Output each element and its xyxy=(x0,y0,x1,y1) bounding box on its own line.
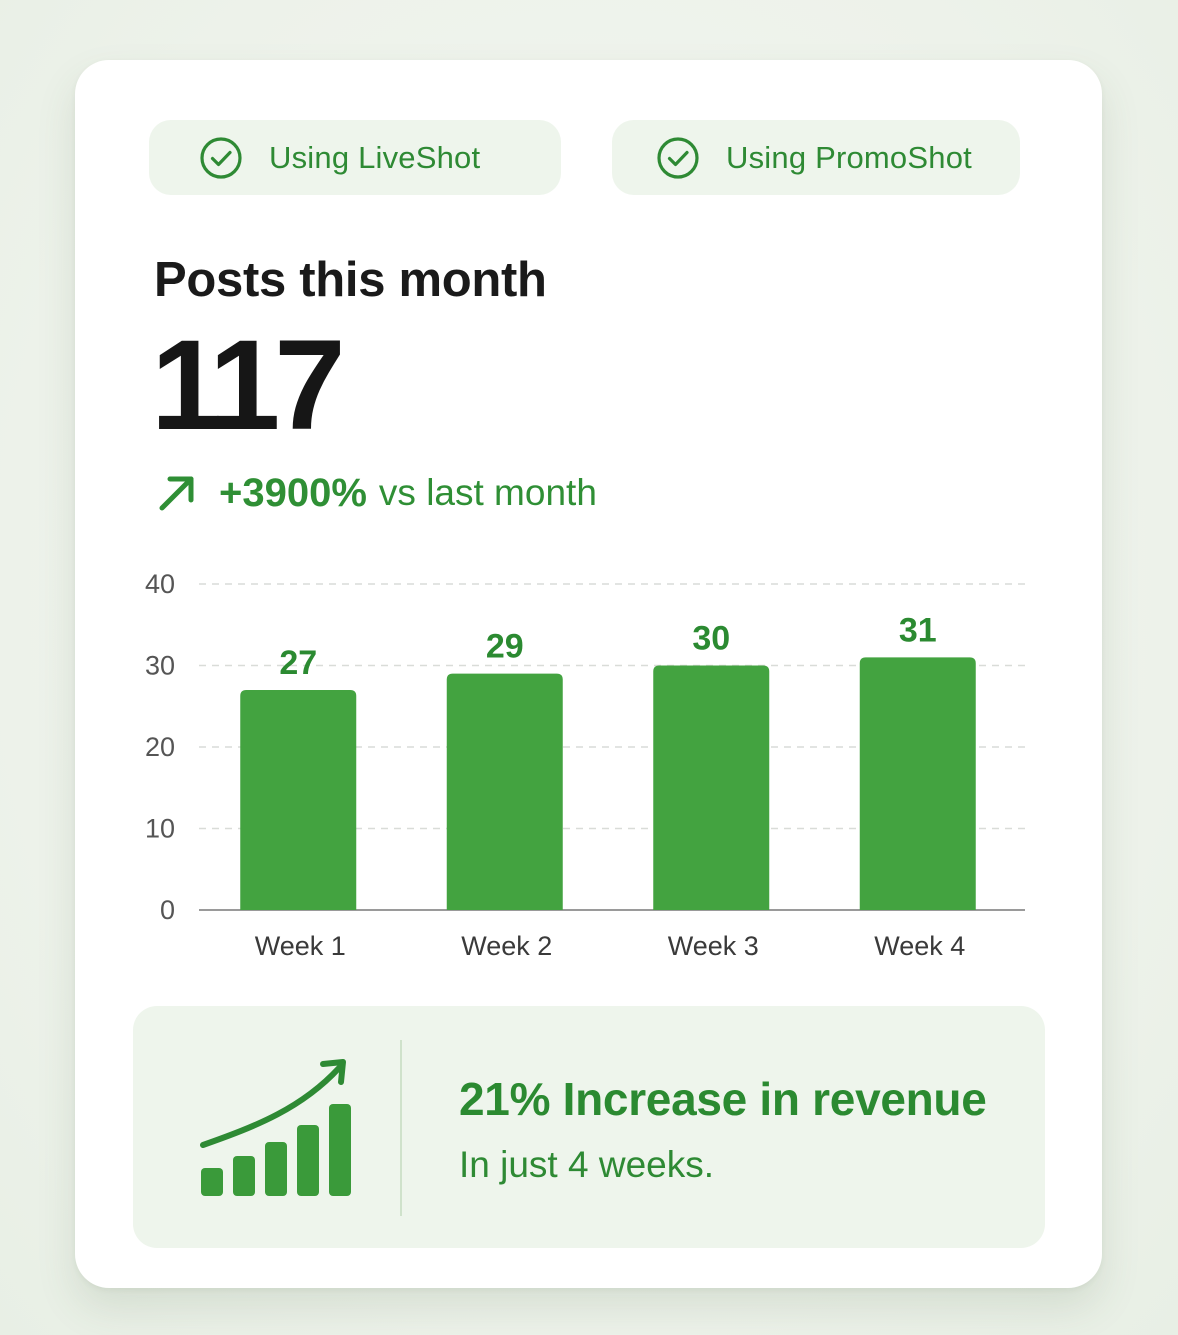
x-tick-label: Week 2 xyxy=(461,931,552,961)
y-tick-label: 20 xyxy=(145,732,175,762)
y-tick-label: 40 xyxy=(145,569,175,599)
y-tick-label: 30 xyxy=(145,651,175,681)
weekly-posts-bar-chart: 0 10 20 30 40 27 Week 1 29 Week 2 30 Week 3 31 Week … xyxy=(145,569,1025,961)
bar-week-2 xyxy=(446,673,563,910)
trend-up-arrow-icon xyxy=(159,476,194,511)
stats-title: Posts this month xyxy=(154,253,547,307)
x-tick-label: Week 4 xyxy=(874,931,965,961)
stats-card: Using LiveShot Using PromoShot Posts thi… xyxy=(75,60,1102,1288)
growth-chart-icon xyxy=(200,1059,351,1196)
bar-value-label: 29 xyxy=(486,628,524,666)
bar-week-3 xyxy=(653,665,770,910)
badge-label: Using LiveShot xyxy=(269,139,481,175)
bar-value-label: 31 xyxy=(899,611,937,649)
panel-divider xyxy=(400,1040,402,1216)
y-tick-label: 10 xyxy=(145,814,175,844)
check-circle-icon xyxy=(200,136,242,179)
change-indicator: +3900% vs last month xyxy=(157,468,597,518)
change-percent: +3900% xyxy=(219,470,367,515)
badge-label: Using PromoShot xyxy=(726,139,972,175)
bar-week-1 xyxy=(240,689,357,910)
badge-liveshot: Using LiveShot xyxy=(149,120,561,195)
badge-promoshot: Using PromoShot xyxy=(612,120,1020,195)
revenue-subtext: In just 4 weeks. xyxy=(459,1144,715,1185)
revenue-summary-panel: 21% Increase in revenue In just 4 weeks. xyxy=(133,1006,1045,1248)
revenue-headline: 21% Increase in revenue xyxy=(459,1073,987,1125)
check-circle-icon xyxy=(657,136,699,179)
change-suffix: vs last month xyxy=(378,472,597,513)
x-tick-label: Week 1 xyxy=(255,931,346,961)
bar-value-label: 27 xyxy=(279,644,317,682)
bar-week-4 xyxy=(859,657,976,910)
x-tick-label: Week 3 xyxy=(668,931,759,961)
bar-value-label: 30 xyxy=(692,620,730,658)
posts-count: 117 xyxy=(151,314,345,457)
y-tick-label: 0 xyxy=(160,895,175,925)
